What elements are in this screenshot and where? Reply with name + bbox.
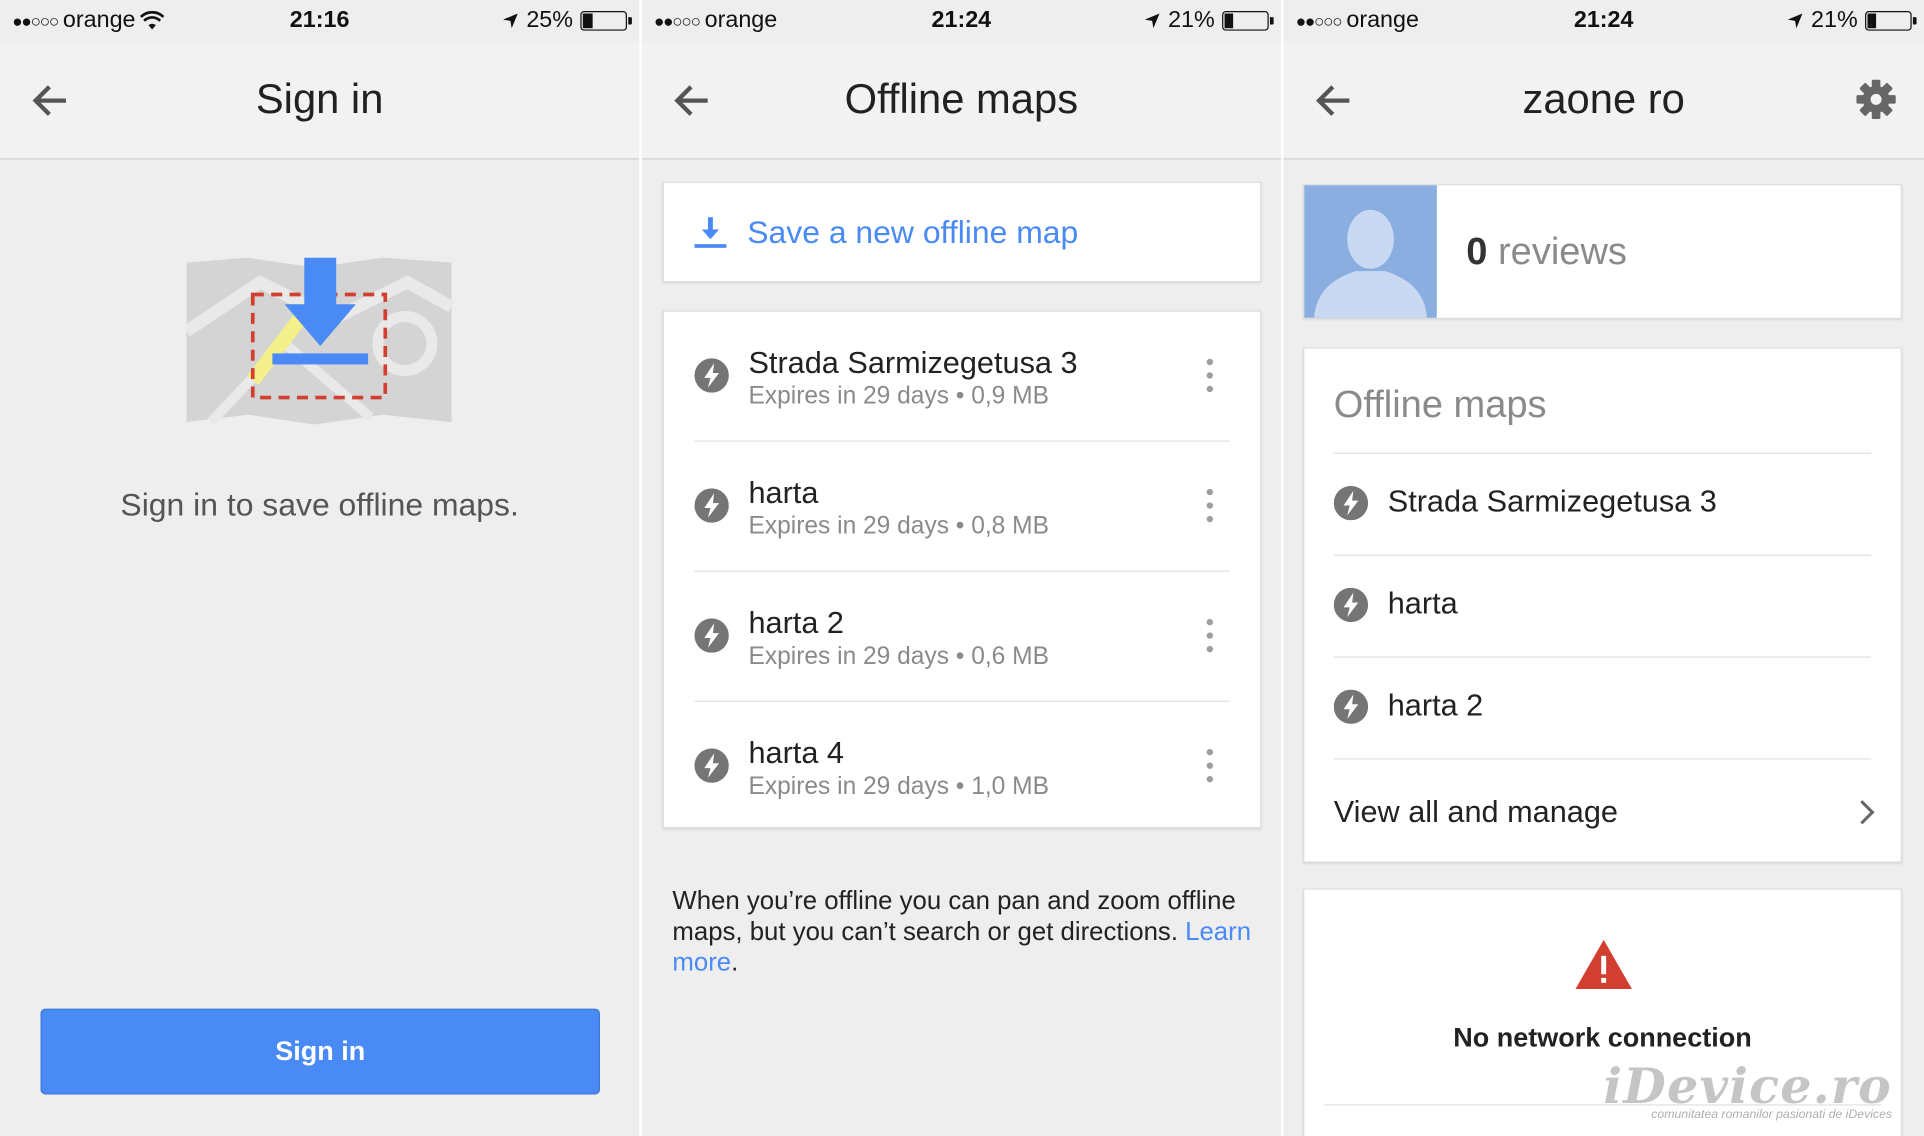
offline-bolt-icon xyxy=(694,488,729,523)
save-offline-map-button[interactable]: Save a new offline map xyxy=(662,181,1262,283)
profile-card[interactable]: 0 reviews xyxy=(1303,184,1902,320)
page-title: Sign in xyxy=(255,76,384,123)
offline-info-text: When you’re offline you can pan and zoom… xyxy=(672,886,1261,978)
offline-maps-heading: Offline maps xyxy=(1333,382,1547,426)
list-item[interactable]: harta 2 Expires in 29 days • 0,6 MB xyxy=(664,572,1260,702)
location-arrow-icon xyxy=(1787,13,1803,29)
battery-icon xyxy=(1865,11,1917,31)
view-all-button[interactable]: View all and manage xyxy=(1334,761,1879,864)
offline-bolt-icon xyxy=(694,748,729,783)
more-options-icon[interactable] xyxy=(1206,358,1214,393)
signal-icon: ●●○○○ xyxy=(653,11,701,31)
wifi-icon xyxy=(140,11,165,30)
map-name: harta 2 xyxy=(1387,688,1484,723)
battery-percent: 25% xyxy=(526,7,574,34)
warning-icon xyxy=(1575,939,1632,989)
offline-bolt-icon xyxy=(694,618,729,653)
list-item[interactable]: harta Expires in 29 days • 0,8 MB xyxy=(664,442,1260,572)
offline-maps-list: Strada Sarmizegetusa 3 Expires in 29 day… xyxy=(662,310,1262,829)
offline-bolt-icon xyxy=(1333,587,1369,623)
download-icon xyxy=(694,217,727,248)
app-bar: Sign in xyxy=(0,41,640,160)
list-item[interactable]: Strada Sarmizegetusa 3 Expires in 29 day… xyxy=(664,312,1260,442)
carrier: ●●○○○ orange xyxy=(12,7,165,34)
map-name: Strada Sarmizegetusa 3 xyxy=(748,346,1078,381)
battery-percent: 21% xyxy=(1168,7,1215,34)
offline-bolt-icon xyxy=(1333,485,1369,521)
list-item[interactable]: Strada Sarmizegetusa 3 xyxy=(1304,454,1900,556)
page-title: zaone ro xyxy=(1522,76,1685,123)
status-bar: ●●○○○ orange 21:24 21% xyxy=(642,0,1281,42)
app-bar: zaone ro xyxy=(1283,41,1924,160)
reviews-label: reviews xyxy=(1498,229,1627,273)
battery-percent: 21% xyxy=(1811,7,1858,34)
map-meta: Expires in 29 days • 1,0 MB xyxy=(748,773,1049,801)
more-options-icon[interactable] xyxy=(1206,748,1214,783)
screenshot-collage: ●●○○○ orange 21:16 25% Sign in Sign in t… xyxy=(0,0,1924,1136)
battery-icon xyxy=(1222,11,1274,31)
reviews-count: 0 reviews xyxy=(1466,229,1627,273)
list-item[interactable]: harta 4 Expires in 29 days • 1,0 MB xyxy=(664,702,1260,832)
signal-icon: ●●○○○ xyxy=(12,11,59,31)
back-arrow-icon[interactable] xyxy=(671,81,710,120)
info-period: . xyxy=(731,948,739,977)
gear-icon[interactable] xyxy=(1855,79,1897,121)
save-offline-map-label: Save a new offline map xyxy=(747,212,1079,250)
watermark-logo: iDevice.ro comunitatea romanilor pasiona… xyxy=(1603,1058,1892,1122)
status-bar: ●●○○○ orange 21:16 25% xyxy=(0,0,639,42)
carrier-name: orange xyxy=(1346,7,1419,34)
reviews-number: 0 xyxy=(1466,229,1488,273)
network-message: No network connection xyxy=(1453,1022,1752,1053)
map-meta: Expires in 29 days • 0,9 MB xyxy=(748,382,1049,410)
more-options-icon[interactable] xyxy=(1206,488,1214,523)
offline-bolt-icon xyxy=(1333,689,1369,724)
divider xyxy=(1333,758,1872,760)
more-options-icon[interactable] xyxy=(1206,618,1214,653)
person-silhouette-icon xyxy=(1314,209,1428,318)
signal-icon: ●●○○○ xyxy=(1295,11,1343,31)
avatar xyxy=(1304,185,1437,318)
status-bar: ●●○○○ orange 21:24 21% xyxy=(1283,0,1923,42)
watermark-brand: iDevice.ro xyxy=(1603,1057,1893,1116)
info-body: When you’re offline you can pan and zoom… xyxy=(672,887,1236,947)
offline-maps-card: Offline maps Strada Sarmizegetusa 3 hart… xyxy=(1303,347,1902,864)
carrier-name: orange xyxy=(62,7,136,34)
sign-in-screen: ●●○○○ orange 21:16 25% Sign in Sign in t… xyxy=(0,0,640,1136)
map-meta: Expires in 29 days • 0,8 MB xyxy=(748,512,1049,540)
carrier: ●●○○○ orange xyxy=(654,7,777,34)
carrier-name: orange xyxy=(704,7,778,34)
map-name: Strada Sarmizegetusa 3 xyxy=(1387,484,1717,520)
carrier: ●●○○○ orange xyxy=(1296,7,1419,34)
sign-in-message: Sign in to save offline maps. xyxy=(120,485,519,523)
map-meta: Expires in 29 days • 0,6 MB xyxy=(748,642,1049,670)
location-arrow-icon xyxy=(503,13,518,29)
list-item[interactable]: harta xyxy=(1304,556,1900,658)
list-item[interactable]: harta 2 xyxy=(1304,658,1900,760)
page-title: Offline maps xyxy=(844,76,1079,123)
profile-screen: ●●○○○ orange 21:24 21% zaone ro 0 review… xyxy=(1283,0,1924,1136)
map-name: harta 2 xyxy=(748,606,844,641)
offline-maps-screen: ●●○○○ orange 21:24 21% Offline maps Save… xyxy=(641,0,1281,1136)
map-name: harta xyxy=(748,476,819,511)
map-name: harta xyxy=(1387,586,1458,621)
back-arrow-icon[interactable] xyxy=(29,81,68,120)
back-arrow-icon[interactable] xyxy=(1313,81,1352,120)
offline-map-download-illustration xyxy=(186,257,454,426)
location-arrow-icon xyxy=(1144,13,1160,29)
sign-in-button[interactable]: Sign in xyxy=(40,1008,601,1095)
offline-bolt-icon xyxy=(694,358,729,393)
chevron-right-icon xyxy=(1860,800,1875,825)
app-bar: Offline maps xyxy=(641,41,1281,160)
map-name: harta 4 xyxy=(748,736,844,771)
view-all-label: View all and manage xyxy=(1333,794,1618,829)
battery-icon xyxy=(580,11,632,31)
